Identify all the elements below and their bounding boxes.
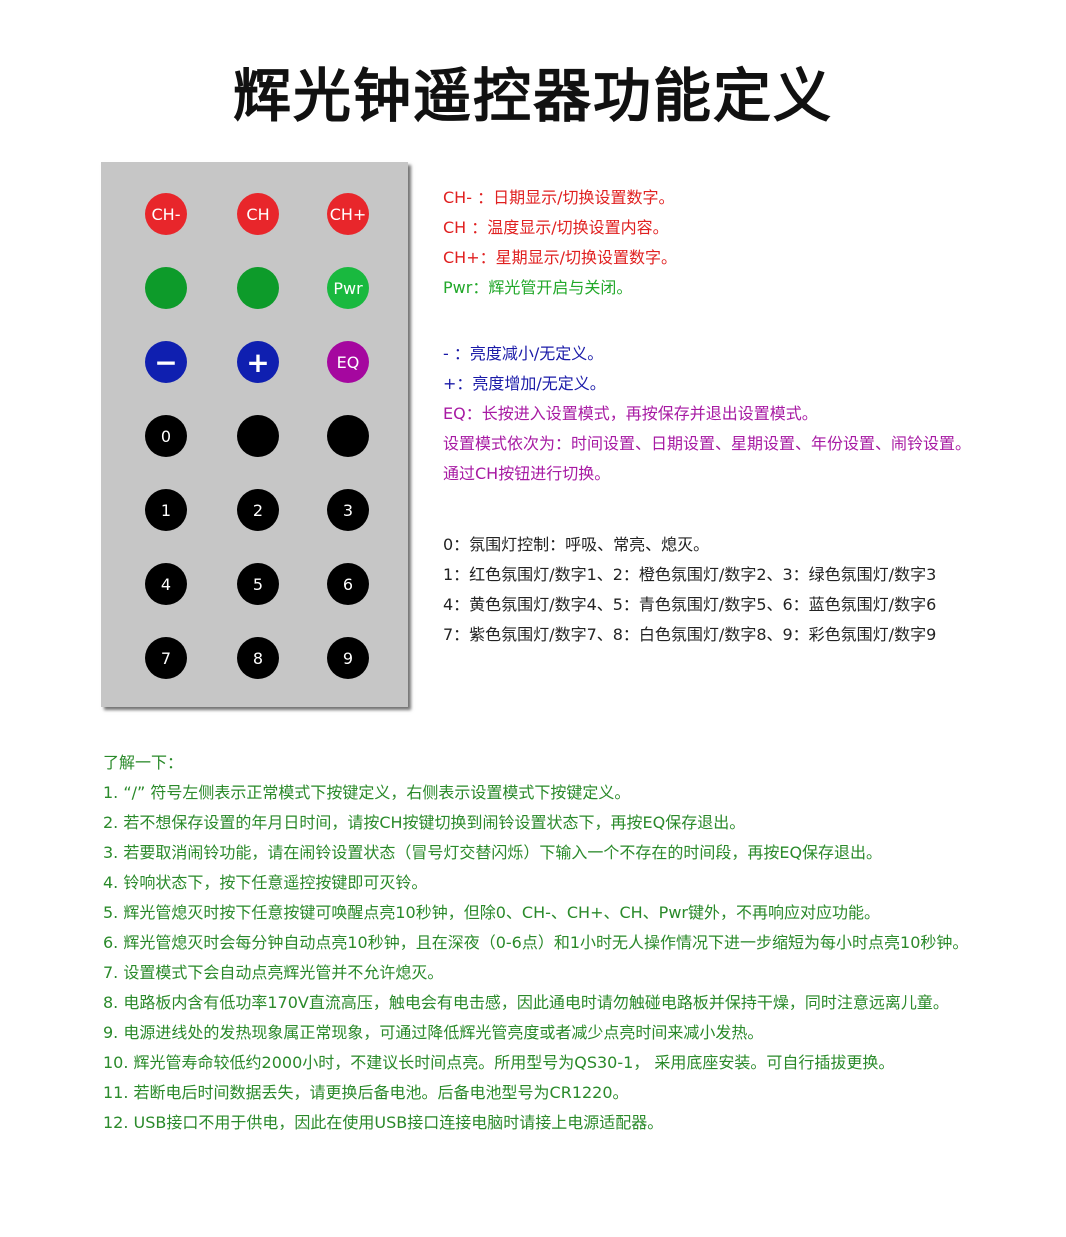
legend-digit-0: 0：氛围灯控制：呼吸、常亮、熄灭。 bbox=[443, 535, 710, 554]
ch-plus-button[interactable]: CH+ bbox=[327, 193, 369, 235]
legend-digits-7-9: 7：紫色氛围灯/数字7、8：白色氛围灯/数字8、9：彩色氛围灯/数字9 bbox=[443, 625, 937, 644]
note-item: 9. 电源进线处的发热现象属正常现象，可通过降低辉光管亮度或者减少点亮时间来减小… bbox=[103, 1023, 764, 1042]
legend-group-digits: 0：氛围灯控制：呼吸、常亮、熄灭。 1：红色氛围灯/数字1、2：橙色氛围灯/数字… bbox=[443, 530, 936, 650]
note-item: 11. 若断电后时间数据丢失，请更换后备电池。后备电池型号为CR1220。 bbox=[103, 1083, 629, 1102]
note-item: 1. “/” 符号左侧表示正常模式下按键定义，右侧表示设置模式下按键定义。 bbox=[103, 783, 631, 802]
legend-pwr: Pwr：辉光管开启与关闭。 bbox=[443, 278, 633, 297]
green-1-button[interactable] bbox=[145, 267, 187, 309]
note-item: 7. 设置模式下会自动点亮辉光管并不允许熄灭。 bbox=[103, 963, 444, 982]
digit-0-button[interactable]: 0 bbox=[145, 415, 187, 457]
page-title: 辉光钟遥控器功能定义 bbox=[232, 62, 833, 130]
note-item: 5. 辉光管熄灭时按下任意按键可唤醒点亮10秒钟，但除0、CH-、CH+、CH、… bbox=[103, 903, 880, 922]
legend-group-ch: CH- ：日期显示/切换设置数字。 CH ：温度显示/切换设置内容。 CH+：星… bbox=[443, 183, 677, 303]
legend-ch-plus: CH+：星期显示/切换设置数字。 bbox=[443, 248, 678, 267]
pwr-button[interactable]: Pwr bbox=[327, 267, 369, 309]
digit-8-button[interactable]: 8 bbox=[237, 637, 279, 679]
legend-setting-order: 设置模式依次为：时间设置、日期设置、星期设置、年份设置、闹铃设置。 bbox=[443, 434, 972, 453]
digit-6-button[interactable]: 6 bbox=[327, 563, 369, 605]
legend-ch-minus: CH- ：日期显示/切换设置数字。 bbox=[443, 188, 675, 207]
black-2-button[interactable] bbox=[327, 415, 369, 457]
note-item: 10. 辉光管寿命较低约2000小时，不建议长时间点亮。所用型号为QS30-1，… bbox=[103, 1053, 895, 1072]
black-1-button[interactable] bbox=[237, 415, 279, 457]
notes-heading: 了解一下： bbox=[103, 753, 184, 772]
legend-plus: +：亮度增加/无定义。 bbox=[443, 374, 606, 393]
digit-4-button[interactable]: 4 bbox=[145, 563, 187, 605]
green-2-button[interactable] bbox=[237, 267, 279, 309]
minus-button[interactable]: − bbox=[145, 341, 187, 383]
note-item: 2. 若不想保存设置的年月日时间，请按CH按键切换到闹铃设置状态下，再按EQ保存… bbox=[103, 813, 746, 832]
remote-control: CH- CH CH+ Pwr − + EQ 0 1 2 3 4 5 6 7 8 9 bbox=[101, 162, 408, 707]
digit-1-button[interactable]: 1 bbox=[145, 489, 187, 531]
legend-minus: - ：亮度减小/无定义。 bbox=[443, 344, 604, 363]
legend-digits-4-6: 4：黄色氛围灯/数字4、5：青色氛围灯/数字5、6：蓝色氛围灯/数字6 bbox=[443, 595, 937, 614]
note-item: 6. 辉光管熄灭时会每分钟自动点亮10秒钟，且在深夜（0-6点）和1小时无人操作… bbox=[103, 933, 969, 952]
legend-digits-1-3: 1：红色氛围灯/数字1、2：橙色氛围灯/数字2、3：绿色氛围灯/数字3 bbox=[443, 565, 937, 584]
plus-button[interactable]: + bbox=[237, 341, 279, 383]
note-item: 12. USB接口不用于供电，因此在使用USB接口连接电脑时请接上电源适配器。 bbox=[103, 1113, 664, 1132]
digit-3-button[interactable]: 3 bbox=[327, 489, 369, 531]
legend-group-eq: - ：亮度减小/无定义。 +：亮度增加/无定义。 EQ：长按进入设置模式，再按保… bbox=[443, 339, 971, 489]
note-item: 3. 若要取消闹铃功能，请在闹铃设置状态（冒号灯交替闪烁）下输入一个不存在的时间… bbox=[103, 843, 883, 862]
digit-7-button[interactable]: 7 bbox=[145, 637, 187, 679]
digit-2-button[interactable]: 2 bbox=[237, 489, 279, 531]
note-item: 8. 电路板内含有低功率170V直流高压，触电会有电击感，因此通电时请勿触碰电路… bbox=[103, 993, 949, 1012]
notes-section: 了解一下： 1. “/” 符号左侧表示正常模式下按键定义，右侧表示设置模式下按键… bbox=[103, 748, 968, 1138]
note-item: 4. 铃响状态下，按下任意遥控按键即可灭铃。 bbox=[103, 873, 428, 892]
legend-ch: CH ：温度显示/切换设置内容。 bbox=[443, 218, 669, 237]
eq-button[interactable]: EQ bbox=[327, 341, 369, 383]
ch-minus-button[interactable]: CH- bbox=[145, 193, 187, 235]
legend-ch-switch: 通过CH按钮进行切换。 bbox=[443, 464, 611, 483]
ch-button[interactable]: CH bbox=[237, 193, 279, 235]
legend-eq: EQ：长按进入设置模式，再按保存并退出设置模式。 bbox=[443, 404, 818, 423]
digit-5-button[interactable]: 5 bbox=[237, 563, 279, 605]
digit-9-button[interactable]: 9 bbox=[327, 637, 369, 679]
